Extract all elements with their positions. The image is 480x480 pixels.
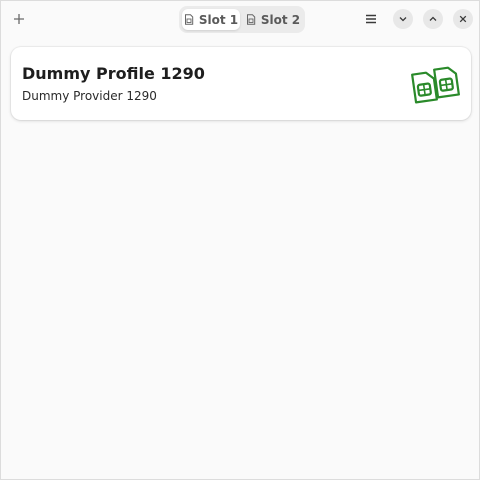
- profile-card[interactable]: Dummy Profile 1290 Dummy Provider 1290: [11, 47, 471, 120]
- minimize-icon: [399, 17, 407, 22]
- add-profile-button[interactable]: [8, 8, 30, 30]
- minimize-button[interactable]: [393, 9, 413, 29]
- sim-card-icon: [184, 14, 194, 25]
- header-bar: Slot 1 Slot 2: [1, 1, 479, 37]
- maximize-button[interactable]: [423, 9, 443, 29]
- tab-slot-1-label: Slot 1: [198, 12, 239, 27]
- tab-slot-2[interactable]: Slot 2: [244, 9, 302, 30]
- maximize-icon: [429, 16, 437, 21]
- close-button[interactable]: [453, 9, 473, 29]
- tab-slot-2-label: Slot 2: [260, 12, 301, 27]
- app-window: Slot 1 Slot 2 Dummy Profile 1290 Dummy P…: [0, 0, 480, 480]
- close-icon: [459, 15, 467, 23]
- profile-name: Dummy Profile 1290: [22, 64, 205, 83]
- tab-slot-1[interactable]: Slot 1: [182, 9, 240, 30]
- plus-icon: [14, 14, 24, 24]
- profile-provider: Dummy Provider 1290: [22, 89, 157, 103]
- slot-switcher: Slot 1 Slot 2: [179, 6, 305, 33]
- dual-sim-cards-icon: [411, 66, 460, 104]
- hamburger-menu-icon: [366, 14, 376, 24]
- main-menu-button[interactable]: [361, 9, 381, 29]
- sim-card-icon: [246, 14, 256, 25]
